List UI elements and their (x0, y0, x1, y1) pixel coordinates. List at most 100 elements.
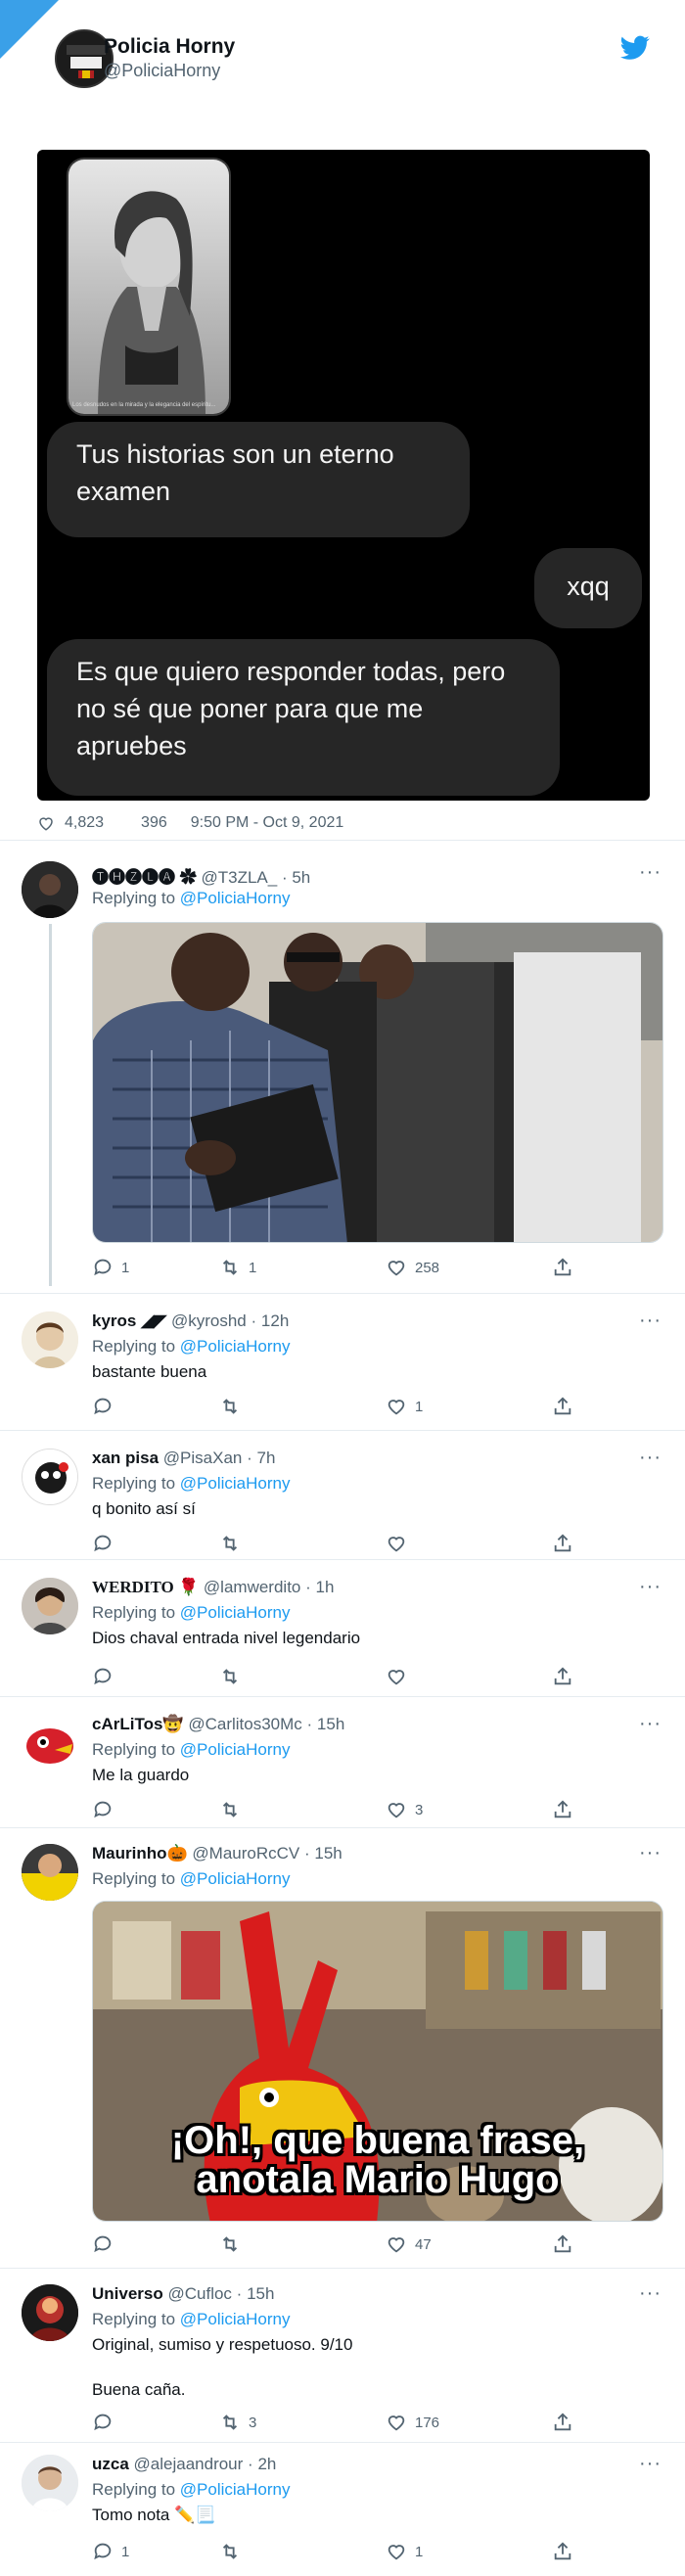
reply-author-handle[interactable]: @PisaXan (163, 1449, 243, 1467)
reply-button[interactable] (92, 1533, 121, 1554)
more-icon[interactable]: ··· (639, 2453, 662, 2475)
more-icon[interactable]: ··· (639, 1576, 662, 1598)
like-button[interactable] (386, 1666, 415, 1687)
avatar[interactable] (22, 2455, 78, 2511)
reply-button[interactable]: 1 (92, 2541, 129, 2562)
reply-button[interactable] (92, 1396, 121, 1417)
more-icon[interactable]: ··· (639, 861, 662, 884)
reply-author-handle[interactable]: @Cufloc (167, 2284, 231, 2303)
like-button[interactable]: 258 (386, 1257, 439, 1278)
reply-2[interactable]: kyros ◢◤ @kyroshd · 12h ··· Replying to … (0, 1294, 685, 1431)
reply-1[interactable]: 🅣🅗🅩🅛🅐 ✿ @T3ZLA_ · 5h ··· Replying to @Po… (0, 842, 685, 1294)
reply-time[interactable]: 7h (257, 1449, 276, 1467)
reply-author-handle[interactable]: @Carlitos30Mc (188, 1715, 301, 1733)
reply-author-handle[interactable]: @lamwerdito (204, 1578, 300, 1596)
more-icon[interactable]: ··· (639, 1447, 662, 1469)
avatar[interactable] (22, 1844, 78, 1901)
reply-time[interactable]: 12h (261, 1311, 289, 1330)
like-button[interactable]: 3 (386, 1799, 423, 1820)
share-button[interactable] (552, 1666, 573, 1687)
reply-author-name[interactable]: kyros ◢◤ (92, 1311, 166, 1330)
share-button[interactable] (552, 1799, 573, 1820)
reply-button[interactable] (92, 2412, 121, 2433)
reply-7[interactable]: Universo @Cufloc · 15h ··· Replying to @… (0, 2269, 685, 2443)
retweet-button[interactable] (219, 2541, 249, 2562)
replying-to-handle[interactable]: @PoliciaHorny (180, 1603, 291, 1622)
meme-image[interactable]: ¡Oh!, que buena frase, anotala Mario Hug… (92, 1901, 663, 2222)
share-button[interactable] (552, 2541, 573, 2562)
heart-icon[interactable] (37, 814, 55, 832)
more-icon[interactable]: ··· (639, 1842, 662, 1864)
avatar[interactable] (22, 2284, 78, 2341)
share-button[interactable] (552, 2412, 573, 2433)
reply-6[interactable]: Maurinho🎃 @MauroRcCV · 15h ··· Replying … (0, 1828, 685, 2269)
reply-3[interactable]: xan pisa @PisaXan · 7h ··· Replying to @… (0, 1431, 685, 1560)
retweet-button[interactable] (219, 2233, 249, 2255)
like-button[interactable]: 176 (386, 2412, 439, 2433)
reply-button[interactable]: 1 (92, 1257, 129, 1278)
avatar[interactable] (22, 1449, 78, 1505)
retweet-button[interactable]: 3 (219, 2412, 256, 2433)
reply-author-handle[interactable]: @T3ZLA_ (201, 868, 277, 887)
reply-button[interactable] (92, 1666, 121, 1687)
reply-header: Universo @Cufloc · 15h (92, 2284, 274, 2304)
reply-author-handle[interactable]: @kyroshd (171, 1311, 247, 1330)
replying-to-handle[interactable]: @PoliciaHorny (180, 2310, 291, 2328)
author-name[interactable]: Policia Horny (104, 35, 235, 59)
retweet-button[interactable]: 1 (219, 1257, 256, 1278)
reply-author-name[interactable]: Universo (92, 2284, 163, 2303)
avatar[interactable] (22, 861, 78, 918)
like-count[interactable]: 4,823 (65, 814, 104, 832)
more-icon[interactable]: ··· (639, 1713, 662, 1735)
reply-8[interactable]: uzca @alejaandrour · 2h ··· Replying to … (0, 2443, 685, 2576)
reply-4[interactable]: WERDITO 🌹 @lamwerdito · 1h ··· Replying … (0, 1560, 685, 1697)
reply-author-name[interactable]: uzca (92, 2455, 129, 2473)
share-button[interactable] (552, 1257, 573, 1278)
like-button[interactable]: 1 (386, 1396, 423, 1417)
retweet-button[interactable] (219, 1799, 249, 1820)
tweet-timestamp[interactable]: 9:50 PM - Oct 9, 2021 (191, 814, 344, 832)
dot-separator: · (305, 1578, 311, 1596)
main-tweet[interactable]: Policia Horny @PoliciaHorny Los desnudos… (0, 0, 685, 842)
avatar[interactable] (22, 1578, 78, 1634)
reply-time[interactable]: 2h (257, 2455, 276, 2473)
replying-to-handle[interactable]: @PoliciaHorny (180, 1740, 291, 1759)
share-button[interactable] (552, 1533, 573, 1554)
share-button[interactable] (552, 2233, 573, 2255)
reply-button[interactable] (92, 1799, 121, 1820)
twitter-bird-icon[interactable] (620, 35, 650, 61)
replying-to-handle[interactable]: @PoliciaHorny (180, 1337, 291, 1356)
reply-time[interactable]: 15h (317, 1715, 344, 1733)
reply-author-name[interactable]: 🅣🅗🅩🅛🅐 ✿ (92, 868, 197, 887)
replying-to-handle[interactable]: @PoliciaHorny (180, 2480, 291, 2499)
reply-author-name[interactable]: Maurinho🎃 (92, 1844, 188, 1863)
reply-author-handle[interactable]: @MauroRcCV (192, 1844, 299, 1863)
like-button[interactable]: 1 (386, 2541, 423, 2562)
reply-time[interactable]: 15h (314, 1844, 342, 1863)
retweet-button[interactable] (219, 1533, 249, 1554)
reply-time[interactable]: 1h (316, 1578, 335, 1596)
reply-time[interactable]: 5h (292, 868, 310, 887)
retweet-button[interactable] (219, 1666, 249, 1687)
replying-to-handle[interactable]: @PoliciaHorny (180, 1474, 291, 1493)
avatar[interactable] (22, 1715, 78, 1771)
author-handle[interactable]: @PoliciaHorny (104, 61, 220, 81)
replying-to-handle[interactable]: @PoliciaHorny (180, 1869, 291, 1888)
reply-5[interactable]: cArLiTos🤠 @Carlitos30Mc · 15h ··· Replyi… (0, 1697, 685, 1828)
like-button[interactable] (386, 1533, 415, 1554)
replying-to-handle[interactable]: @PoliciaHorny (180, 889, 291, 907)
avatar[interactable] (22, 1311, 78, 1368)
reply-author-name[interactable]: xan pisa (92, 1449, 159, 1467)
reply-author-name[interactable]: cArLiTos🤠 (92, 1715, 184, 1733)
reply-image[interactable] (92, 922, 663, 1243)
share-button[interactable] (552, 1396, 573, 1417)
more-icon[interactable]: ··· (639, 2282, 662, 2305)
reply-author-handle[interactable]: @alejaandrour (134, 2455, 244, 2473)
reply-author-name[interactable]: WERDITO 🌹 (92, 1578, 199, 1596)
retweet-count[interactable]: 396 (141, 814, 167, 832)
reply-button[interactable] (92, 2233, 121, 2255)
more-icon[interactable]: ··· (639, 1310, 662, 1332)
reply-time[interactable]: 15h (247, 2284, 274, 2303)
retweet-button[interactable] (219, 1396, 249, 1417)
like-button[interactable]: 47 (386, 2233, 432, 2255)
